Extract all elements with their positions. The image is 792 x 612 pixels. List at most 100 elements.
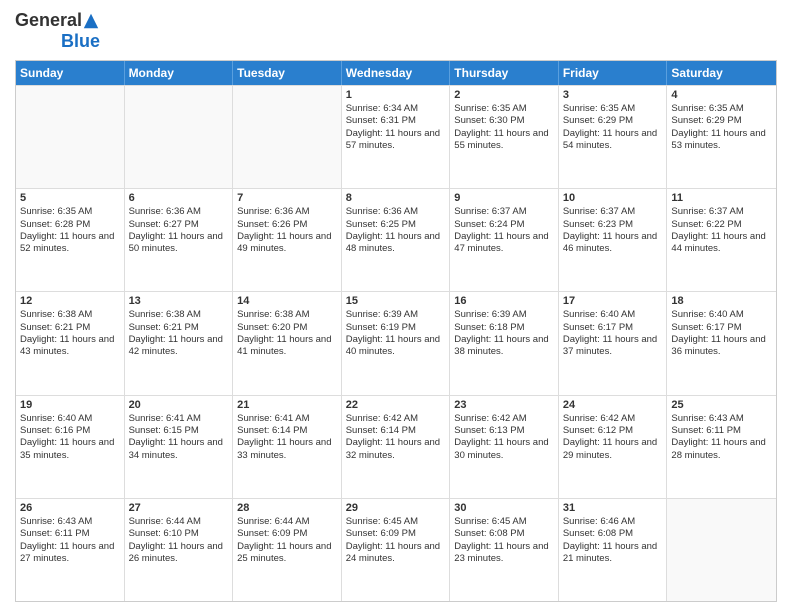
daylight-text: Daylight: 11 hours and 35 minutes.: [20, 437, 120, 462]
calendar-cell: 14Sunrise: 6:38 AMSunset: 6:20 PMDayligh…: [233, 292, 342, 394]
calendar-cell: 21Sunrise: 6:41 AMSunset: 6:14 PMDayligh…: [233, 396, 342, 498]
day-number: 31: [563, 502, 663, 514]
day-number: 1: [346, 89, 446, 101]
sunset-text: Sunset: 6:08 PM: [454, 528, 554, 540]
daylight-text: Daylight: 11 hours and 47 minutes.: [454, 231, 554, 256]
daylight-text: Daylight: 11 hours and 25 minutes.: [237, 541, 337, 566]
sunrise-text: Sunrise: 6:35 AM: [454, 103, 554, 115]
sunrise-text: Sunrise: 6:37 AM: [671, 206, 772, 218]
header: GeneralBlue: [15, 10, 777, 52]
sunset-text: Sunset: 6:14 PM: [346, 425, 446, 437]
daylight-text: Daylight: 11 hours and 53 minutes.: [671, 128, 772, 153]
calendar-week-2: 5 Sunrise: 6:35 AMSunset: 6:28 PM Daylight…: [16, 188, 776, 291]
calendar-cell: 27Sunrise: 6:44 AMSunset: 6:10 PMDayligh…: [125, 499, 234, 601]
page-container: GeneralBlue SundayMondayTuesdayWednesday…: [0, 0, 792, 612]
daylight-text: Daylight: 11 hours and 54 minutes.: [563, 128, 663, 153]
sunset-text: Sunset: 6:30 PM: [454, 115, 554, 127]
daylight-text: Daylight: 11 hours and 33 minutes.: [237, 437, 337, 462]
sunrise-text: Sunrise: 6:35 AM: [563, 103, 663, 115]
sunset-text: Sunset: 6:21 PM: [20, 322, 120, 334]
day-number: 6: [129, 192, 229, 204]
calendar-cell: 26Sunrise: 6:43 AMSunset: 6:11 PMDayligh…: [16, 499, 125, 601]
header-cell-saturday: Saturday: [667, 61, 776, 85]
day-number: 11: [671, 192, 772, 204]
day-number: 14: [237, 295, 337, 307]
sunset-text: Sunset: 6:17 PM: [671, 322, 772, 334]
day-number: 12: [20, 295, 120, 307]
day-number: 25: [671, 399, 772, 411]
sunrise-text: Sunrise: 6:37 AM: [454, 206, 554, 218]
calendar-cell: 30Sunrise: 6:45 AMSunset: 6:08 PMDayligh…: [450, 499, 559, 601]
calendar-cell: [125, 86, 234, 188]
day-number: 5: [20, 192, 120, 204]
daylight-text: Daylight: 11 hours and 29 minutes.: [563, 437, 663, 462]
calendar-body: 1Sunrise: 6:34 AMSunset: 6:31 PMDaylight…: [16, 85, 776, 601]
sunset-text: Sunset: 6:09 PM: [237, 528, 337, 540]
sunset-text: Sunset: 6:28 PM: [20, 219, 120, 231]
day-number: 23: [454, 399, 554, 411]
daylight-text: Daylight: 11 hours and 37 minutes.: [563, 334, 663, 359]
calendar-cell: 18Sunrise: 6:40 AMSunset: 6:17 PMDayligh…: [667, 292, 776, 394]
calendar-cell: [667, 499, 776, 601]
sunset-text: Sunset: 6:26 PM: [237, 219, 337, 231]
sunrise-text: Sunrise: 6:44 AM: [237, 516, 337, 528]
day-number: 8: [346, 192, 446, 204]
sunrise-text: Sunrise: 6:44 AM: [129, 516, 229, 528]
sunrise-text: Sunrise: 6:42 AM: [563, 413, 663, 425]
sunset-text: Sunset: 6:17 PM: [563, 322, 663, 334]
header-cell-friday: Friday: [559, 61, 668, 85]
day-number: 26: [20, 502, 120, 514]
sunrise-text: Sunrise: 6:36 AM: [346, 206, 446, 218]
calendar-cell: 19Sunrise: 6:40 AMSunset: 6:16 PMDayligh…: [16, 396, 125, 498]
sunset-text: Sunset: 6:09 PM: [346, 528, 446, 540]
calendar-header-row: SundayMondayTuesdayWednesdayThursdayFrid…: [16, 61, 776, 85]
calendar-cell: 31Sunrise: 6:46 AMSunset: 6:08 PMDayligh…: [559, 499, 668, 601]
calendar-cell: 4Sunrise: 6:35 AMSunset: 6:29 PMDaylight…: [667, 86, 776, 188]
sunset-text: Sunset: 6:25 PM: [346, 219, 446, 231]
sunset-text: Sunset: 6:13 PM: [454, 425, 554, 437]
daylight-text: Daylight: 11 hours and 50 minutes.: [129, 231, 229, 256]
sunrise-text: Sunrise: 6:35 AM: [671, 103, 772, 115]
logo-icon: [82, 12, 100, 30]
daylight-text: Daylight: 11 hours and 42 minutes.: [129, 334, 229, 359]
logo-general: General: [15, 10, 82, 31]
calendar-cell: 10Sunrise: 6:37 AMSunset: 6:23 PMDayligh…: [559, 189, 668, 291]
logo: GeneralBlue: [15, 10, 100, 52]
header-cell-wednesday: Wednesday: [342, 61, 451, 85]
day-number: 27: [129, 502, 229, 514]
sunrise-text: Sunrise: 6:46 AM: [563, 516, 663, 528]
day-number: 9: [454, 192, 554, 204]
calendar-cell: [16, 86, 125, 188]
sunrise-text: Sunrise: 6:35 AM: [20, 206, 120, 218]
daylight-text: Daylight: 11 hours and 26 minutes.: [129, 541, 229, 566]
calendar-cell: 5Sunrise: 6:35 AMSunset: 6:28 PMDaylight…: [16, 189, 125, 291]
day-number: 16: [454, 295, 554, 307]
sunset-text: Sunset: 6:27 PM: [129, 219, 229, 231]
sunset-text: Sunset: 6:15 PM: [129, 425, 229, 437]
day-number: 15: [346, 295, 446, 307]
daylight-text: Daylight: 11 hours and 30 minutes.: [454, 437, 554, 462]
sunset-text: Sunset: 6:11 PM: [671, 425, 772, 437]
daylight-text: Daylight: 11 hours and 44 minutes.: [671, 231, 772, 256]
sunrise-text: Sunrise: 6:41 AM: [129, 413, 229, 425]
day-number: 7: [237, 192, 337, 204]
sunset-text: Sunset: 6:16 PM: [20, 425, 120, 437]
daylight-text: Daylight: 11 hours and 43 minutes.: [20, 334, 120, 359]
calendar-week-4: 19Sunrise: 6:40 AMSunset: 6:16 PMDayligh…: [16, 395, 776, 498]
header-cell-tuesday: Tuesday: [233, 61, 342, 85]
daylight-text: Daylight: 11 hours and 55 minutes.: [454, 128, 554, 153]
sunset-text: Sunset: 6:23 PM: [563, 219, 663, 231]
daylight-text: Daylight: 11 hours and 46 minutes.: [563, 231, 663, 256]
calendar-cell: 3Sunrise: 6:35 AMSunset: 6:29 PMDaylight…: [559, 86, 668, 188]
header-cell-sunday: Sunday: [16, 61, 125, 85]
logo-blue: Blue: [61, 31, 100, 51]
daylight-text: Daylight: 11 hours and 21 minutes.: [563, 541, 663, 566]
sunrise-text: Sunrise: 6:39 AM: [346, 309, 446, 321]
calendar-cell: 9Sunrise: 6:37 AMSunset: 6:24 PMDaylight…: [450, 189, 559, 291]
day-number: 24: [563, 399, 663, 411]
daylight-text: Daylight: 11 hours and 27 minutes.: [20, 541, 120, 566]
daylight-text: Daylight: 11 hours and 41 minutes.: [237, 334, 337, 359]
day-number: 10: [563, 192, 663, 204]
calendar: SundayMondayTuesdayWednesdayThursdayFrid…: [15, 60, 777, 602]
sunset-text: Sunset: 6:18 PM: [454, 322, 554, 334]
